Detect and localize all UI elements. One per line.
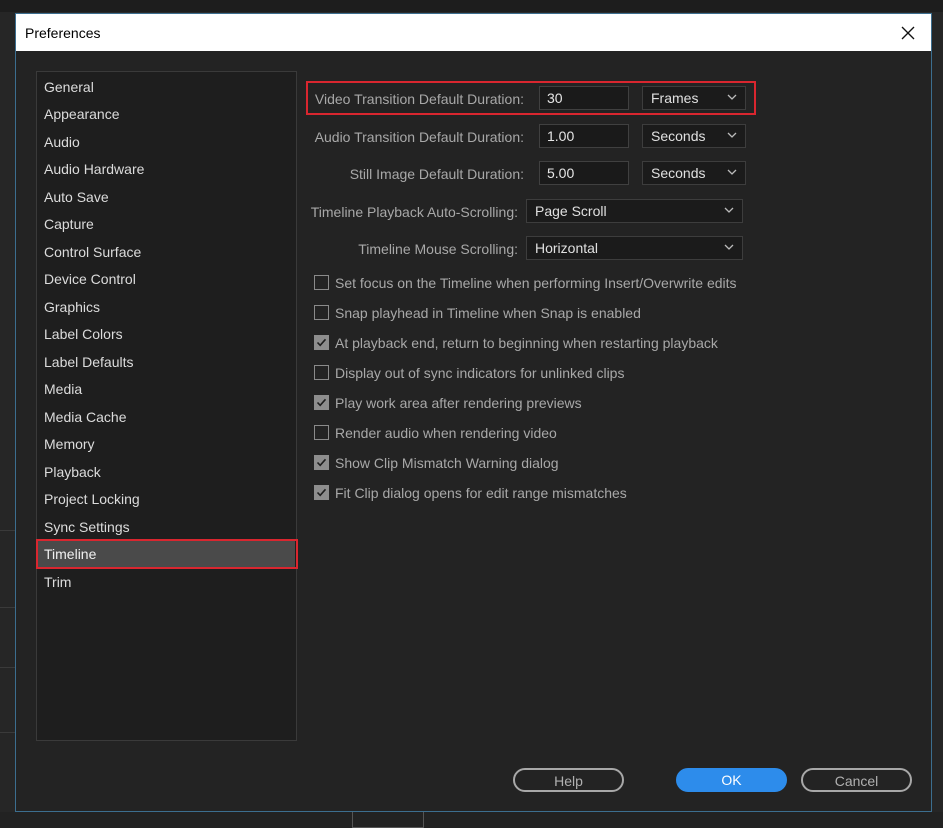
checkbox-box[interactable] [314, 485, 329, 500]
still-image-unit-value: Seconds [651, 165, 706, 181]
category-label: Trim [44, 574, 72, 590]
category-label: Memory [44, 436, 95, 452]
auto-scrolling-select[interactable]: Page Scroll [526, 199, 743, 223]
chevron-down-icon [724, 244, 734, 250]
category-label: Audio Hardware [44, 161, 145, 177]
cancel-button[interactable]: Cancel [801, 768, 912, 792]
category-memory[interactable]: Memory [38, 431, 295, 458]
category-label: Label Defaults [44, 354, 134, 370]
checkbox-box[interactable] [314, 395, 329, 410]
category-label: Timeline [44, 546, 97, 562]
category-label: Device Control [44, 271, 136, 287]
category-media[interactable]: Media [38, 376, 295, 403]
chevron-down-icon [727, 169, 737, 175]
dialog-title: Preferences [25, 25, 101, 41]
video-transition-unit-select[interactable]: Frames [642, 86, 746, 110]
category-label: Capture [44, 216, 94, 232]
checkbox-label: At playback end, return to beginning whe… [335, 335, 718, 351]
video-transition-unit-value: Frames [651, 90, 699, 106]
chevron-down-icon [724, 207, 734, 213]
title-bar: Preferences [16, 14, 931, 51]
still-image-input[interactable]: 5.00 [539, 161, 629, 185]
category-list: General Appearance Audio Audio Hardware … [36, 71, 297, 741]
category-playback[interactable]: Playback [38, 459, 295, 486]
checkmark-icon [316, 338, 327, 347]
chevron-down-icon [727, 94, 737, 100]
background-fragment [352, 812, 424, 828]
category-graphics[interactable]: Graphics [38, 294, 295, 321]
mouse-scrolling-label: Timeline Mouse Scrolling: [358, 241, 518, 257]
checkmark-icon [316, 488, 327, 497]
chevron-down-icon [727, 132, 737, 138]
category-audio[interactable]: Audio [38, 129, 295, 156]
close-button[interactable] [885, 14, 931, 51]
category-label: Label Colors [44, 326, 123, 342]
category-label-colors[interactable]: Label Colors [38, 321, 295, 348]
checkbox-label: Display out of sync indicators for unlin… [335, 365, 625, 381]
category-capture[interactable]: Capture [38, 211, 295, 238]
ok-button[interactable]: OK [676, 768, 787, 792]
category-label: Media [44, 381, 83, 397]
checkbox-box[interactable] [314, 425, 329, 440]
category-label: Appearance [44, 106, 120, 122]
category-timeline[interactable]: Timeline [38, 541, 295, 568]
help-button[interactable]: Help [513, 768, 624, 792]
category-label: Control Surface [44, 244, 142, 260]
checkbox-label: Show Clip Mismatch Warning dialog [335, 455, 559, 471]
category-general[interactable]: General [38, 74, 295, 101]
still-image-unit-select[interactable]: Seconds [642, 161, 746, 185]
category-audio-hardware[interactable]: Audio Hardware [38, 156, 295, 183]
category-label: Project Locking [44, 491, 140, 507]
close-icon [901, 26, 915, 39]
category-label: Playback [44, 464, 101, 480]
background-left-panel [0, 12, 16, 828]
checkbox-box[interactable] [314, 275, 329, 290]
video-transition-label: Video Transition Default Duration: [314, 91, 524, 107]
checkbox-label: Fit Clip dialog opens for edit range mis… [335, 485, 627, 501]
checkbox-box[interactable] [314, 455, 329, 470]
audio-transition-unit-value: Seconds [651, 128, 706, 144]
background-bottom-panel [0, 812, 943, 828]
category-label: Auto Save [44, 189, 109, 205]
auto-scrolling-label: Timeline Playback Auto-Scrolling: [310, 204, 518, 220]
mouse-scrolling-value: Horizontal [535, 240, 599, 256]
category-media-cache[interactable]: Media Cache [38, 404, 295, 431]
checkbox-label: Play work area after rendering previews [335, 395, 582, 411]
checkbox-box[interactable] [314, 365, 329, 380]
background-app-bar [0, 0, 943, 12]
mouse-scrolling-select[interactable]: Horizontal [526, 236, 743, 260]
background-right-panel [932, 12, 943, 828]
category-project-locking[interactable]: Project Locking [38, 486, 295, 513]
checkbox-label: Snap playhead in Timeline when Snap is e… [335, 305, 641, 321]
category-control-surface[interactable]: Control Surface [38, 239, 295, 266]
category-label-defaults[interactable]: Label Defaults [38, 349, 295, 376]
audio-transition-input[interactable]: 1.00 [539, 124, 629, 148]
preferences-dialog: Preferences General Appearance Audio Aud… [15, 13, 932, 812]
checkmark-icon [316, 458, 327, 467]
checkbox-box[interactable] [314, 305, 329, 320]
category-label: Audio [44, 134, 80, 150]
category-label: Graphics [44, 299, 101, 315]
audio-transition-unit-select[interactable]: Seconds [642, 124, 746, 148]
checkbox-label: Set focus on the Timeline when performin… [335, 275, 737, 291]
checkbox-label: Render audio when rendering video [335, 425, 557, 441]
audio-transition-label: Audio Transition Default Duration: [314, 129, 524, 145]
category-trim[interactable]: Trim [38, 569, 295, 596]
video-transition-input[interactable]: 30 [539, 86, 629, 110]
checkbox-box[interactable] [314, 335, 329, 350]
category-sync-settings[interactable]: Sync Settings [38, 514, 295, 541]
category-appearance[interactable]: Appearance [38, 101, 295, 128]
still-image-label: Still Image Default Duration: [349, 166, 524, 182]
auto-scrolling-value: Page Scroll [535, 203, 607, 219]
category-label: Sync Settings [44, 519, 130, 535]
checkmark-icon [316, 398, 327, 407]
category-device-control[interactable]: Device Control [38, 266, 295, 293]
category-label: Media Cache [44, 409, 127, 425]
category-auto-save[interactable]: Auto Save [38, 184, 295, 211]
category-label: General [44, 79, 94, 95]
